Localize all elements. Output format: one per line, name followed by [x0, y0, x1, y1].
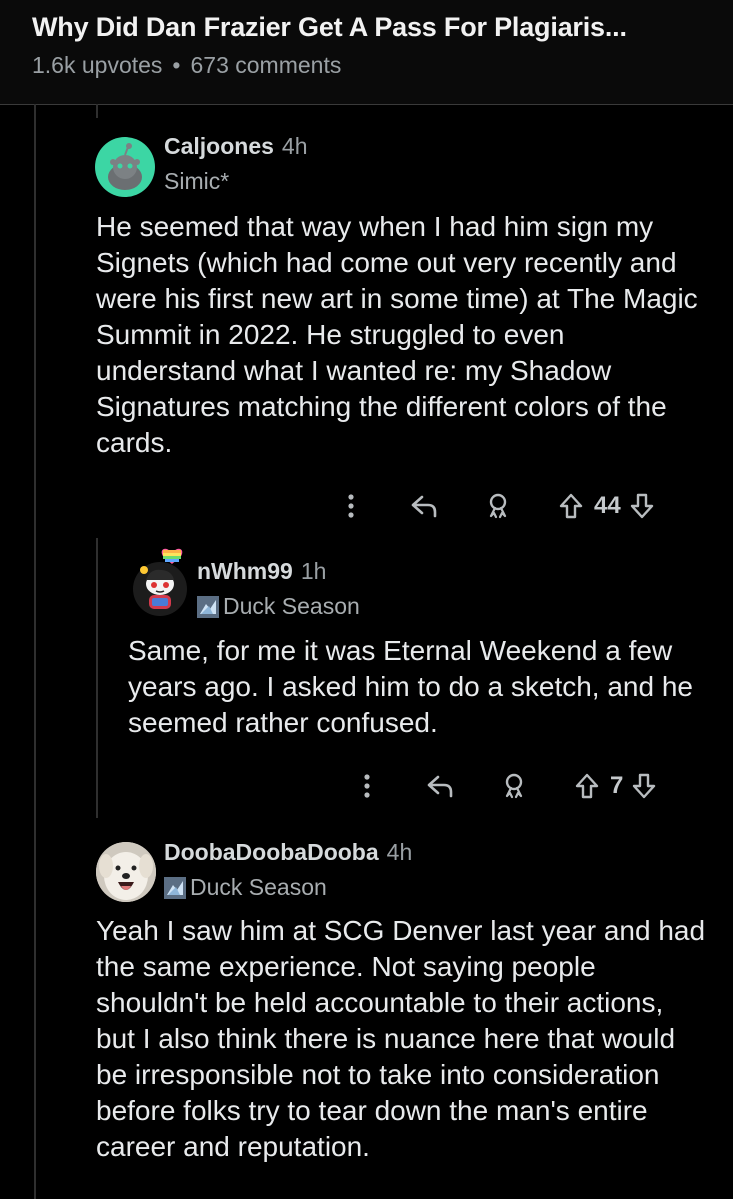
timestamp: 4h: [281, 133, 308, 159]
avatar[interactable]: [132, 540, 188, 616]
reply-icon[interactable]: [420, 774, 460, 798]
username[interactable]: DoobaDoobaDooba: [164, 839, 379, 865]
user-flair: Duck Season: [197, 593, 360, 620]
comment-body: He seemed that way when I had him sign m…: [96, 211, 698, 458]
award-icon[interactable]: [478, 492, 518, 520]
avatar[interactable]: [96, 842, 156, 902]
comment-count: 673 comments: [190, 52, 342, 78]
post-title[interactable]: Why Did Dan Frazier Get A Pass For Plagi…: [32, 12, 627, 43]
vote-score: 44: [594, 492, 621, 519]
comment-author-line: DoobaDoobaDooba 4h: [164, 839, 412, 866]
duck-season-flair-icon: [164, 876, 186, 899]
comment-actions: 44: [336, 488, 657, 524]
post-header: Why Did Dan Frazier Get A Pass For Plagi…: [0, 0, 733, 105]
post-meta: 1.6k upvotes • 673 comments: [32, 52, 341, 79]
username[interactable]: nWhm99: [197, 558, 293, 584]
comment-author-line: nWhm99 1h: [197, 558, 326, 585]
flair-text: Duck Season: [223, 593, 360, 619]
flair-text: Duck Season: [190, 874, 327, 900]
thread-line-outer[interactable]: [34, 104, 36, 1199]
timestamp: 4h: [386, 839, 413, 865]
reply-icon[interactable]: [404, 494, 444, 518]
meta-separator: •: [172, 52, 181, 78]
avatar[interactable]: [95, 137, 155, 197]
upvote-count: 1.6k upvotes: [32, 52, 163, 78]
timestamp: 1h: [300, 558, 327, 584]
comment-body: Same, for me it was Eternal Weekend a fe…: [128, 635, 694, 738]
comment-body: Yeah I saw him at SCG Denver last year a…: [96, 915, 706, 1162]
comment-author-line: Caljoones 4h: [164, 133, 308, 160]
vote-score: 7: [610, 772, 624, 799]
flair-text: Simic*: [164, 168, 230, 194]
snoo-avatar-icon: [108, 143, 142, 190]
downvote-arrow-icon[interactable]: [627, 492, 657, 520]
more-vertical-icon[interactable]: [336, 493, 366, 519]
duck-season-flair-icon: [197, 595, 219, 618]
upvote-arrow-icon[interactable]: [570, 772, 604, 800]
user-flair: Simic*: [164, 168, 229, 195]
upvote-arrow-icon[interactable]: [554, 492, 588, 520]
more-vertical-icon[interactable]: [352, 773, 382, 799]
comment-actions: 7: [352, 768, 659, 804]
user-flair: Duck Season: [164, 874, 327, 901]
downvote-arrow-icon[interactable]: [629, 772, 659, 800]
thread-line-parent[interactable]: [96, 104, 98, 118]
username[interactable]: Caljoones: [164, 133, 274, 159]
dog-avatar-icon: [96, 842, 156, 902]
thread-line-reply[interactable]: [96, 538, 98, 818]
award-icon[interactable]: [494, 772, 534, 800]
snoo-avatar-icon: [133, 548, 187, 616]
